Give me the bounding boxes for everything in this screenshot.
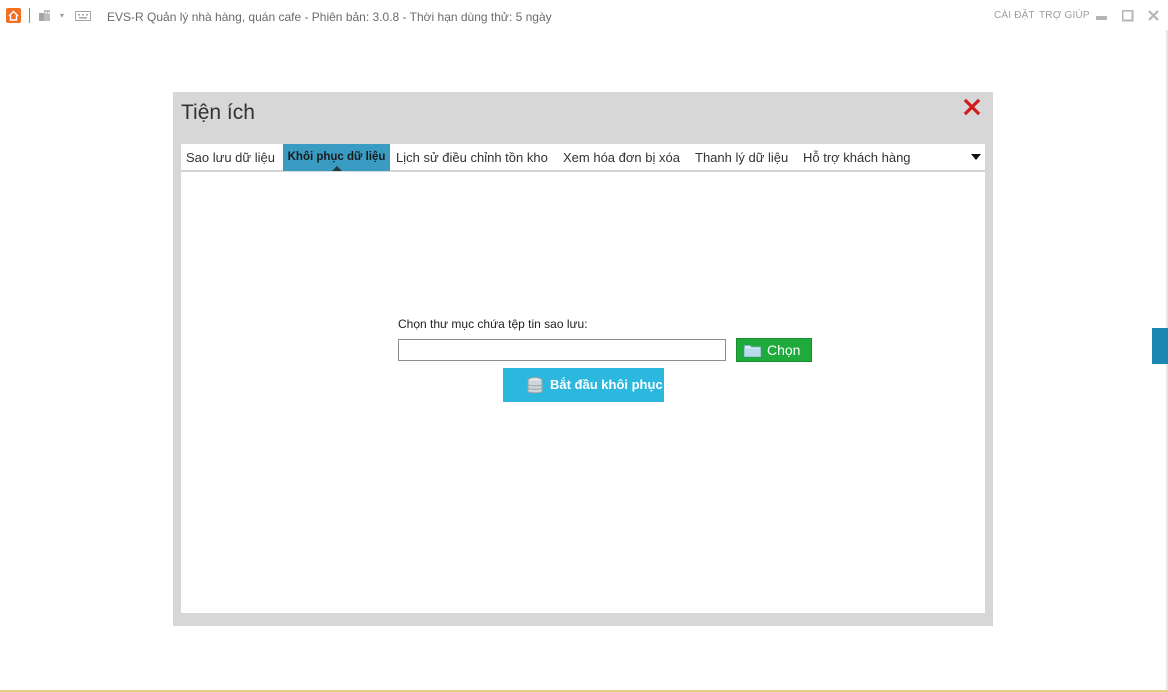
start-restore-label: Bắt đầu khôi phục <box>550 377 663 392</box>
tab-bar: Sao lưu dữ liệu Khôi phục dữ liệu Lịch s… <box>181 144 985 171</box>
maximize-icon[interactable] <box>1122 10 1134 22</box>
tab-deleted-invoices[interactable]: Xem hóa đơn bị xóa <box>563 144 680 171</box>
choose-folder-button[interactable]: Chọn <box>736 338 812 362</box>
folder-icon <box>744 345 761 357</box>
chevron-down-icon[interactable]: ▾ <box>60 11 64 20</box>
folder-label: Chọn thư mục chứa tệp tin sao lưu: <box>398 317 588 331</box>
backup-folder-input[interactable] <box>398 339 726 361</box>
home-icon[interactable] <box>6 8 21 23</box>
close-icon[interactable] <box>1148 10 1160 22</box>
toolbar-separator <box>29 8 30 23</box>
database-icon <box>527 377 543 394</box>
tab-restore[interactable]: Khôi phục dữ liệu <box>283 144 390 171</box>
choose-button-label: Chọn <box>767 342 801 358</box>
keyboard-icon[interactable] <box>75 10 91 22</box>
window-title: EVS-R Quản lý nhà hàng, quán cafe - Phiê… <box>107 10 552 24</box>
tab-backup[interactable]: Sao lưu dữ liệu <box>186 144 275 171</box>
app-titlebar: ▾ EVS-R Quản lý nhà hàng, quán cafe - Ph… <box>0 0 1168 32</box>
tab-inventory-history[interactable]: Lịch sử điều chỉnh tồn kho <box>396 144 548 171</box>
dialog-title: Tiện ích <box>181 101 255 124</box>
close-icon[interactable] <box>963 98 981 116</box>
help-link[interactable]: TRỢ GIÚP <box>1039 10 1090 21</box>
building-icon[interactable] <box>38 9 52 21</box>
tab-content-restore: Chọn thư mục chứa tệp tin sao lưu: Chọn … <box>181 172 985 613</box>
start-restore-button[interactable]: Bắt đầu khôi phục <box>503 368 664 402</box>
tab-data-cleanup[interactable]: Thanh lý dữ liệu <box>695 144 788 171</box>
minimize-icon[interactable] <box>1096 10 1108 22</box>
settings-link[interactable]: CÀI ĐẶT <box>994 10 1035 21</box>
utilities-dialog: Tiện ích Sao lưu dữ liệu Khôi phục dữ li… <box>173 92 993 626</box>
side-panel-tab[interactable] <box>1152 328 1168 364</box>
tab-customer-support[interactable]: Hỗ trợ khách hàng <box>803 144 911 171</box>
chevron-down-icon[interactable] <box>971 154 981 161</box>
